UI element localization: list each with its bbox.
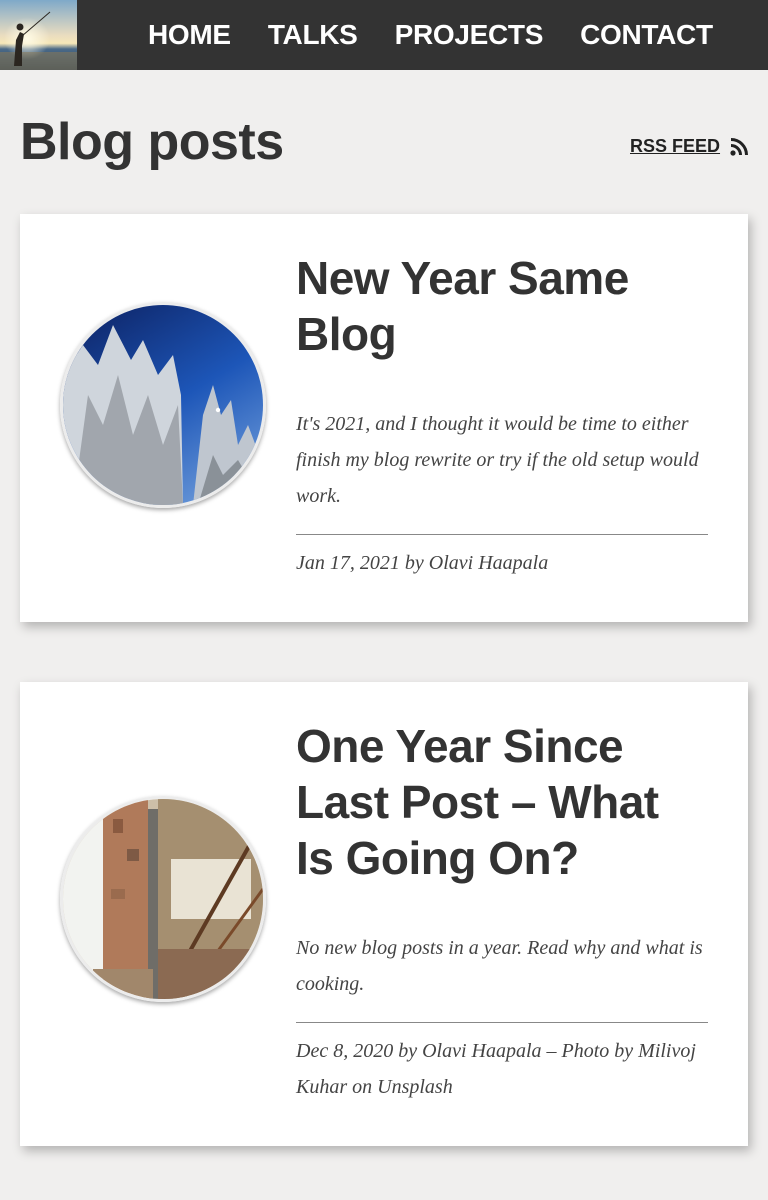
post-card[interactable]: One Year Since Last Post – What Is Going… [20,682,748,1146]
post-divider [296,534,708,535]
rss-feed-link[interactable]: RSS FEED [630,136,749,157]
page-title: Blog posts [20,113,284,171]
main-nav: HOME TALKS PROJECTS CONTACT [148,0,713,70]
site-logo[interactable] [0,0,77,70]
nav-contact[interactable]: CONTACT [580,19,713,51]
nav-home[interactable]: HOME [148,19,231,51]
nav-projects[interactable]: PROJECTS [395,19,544,51]
post-card[interactable]: New Year Same Blog It's 2021, and I thou… [20,214,748,622]
post-content: New Year Same Blog It's 2021, and I thou… [296,250,708,581]
post-meta: Jan 17, 2021 by Olavi Haapala [296,552,549,574]
post-excerpt: It's 2021, and I thought it would be tim… [296,413,699,507]
fisherman-sunset-logo-image [0,0,77,70]
nav-talks[interactable]: TALKS [268,19,358,51]
post-title[interactable]: One Year Since Last Post – What Is Going… [296,718,708,886]
rss-icon [730,137,749,156]
post-meta: Dec 8, 2020 by Olavi Haapala – Photo by … [296,1040,696,1098]
post-content: One Year Since Last Post – What Is Going… [296,718,708,1105]
post-excerpt: No new blog posts in a year. Read why an… [296,937,703,995]
post-thumbnail-winter-trees[interactable] [60,302,266,508]
rss-feed-label: RSS FEED [630,136,721,156]
post-thumbnail-renovation[interactable] [60,796,266,1002]
post-title[interactable]: New Year Same Blog [296,250,708,362]
post-divider [296,1022,708,1023]
top-navigation-bar: HOME TALKS PROJECTS CONTACT [0,0,768,70]
